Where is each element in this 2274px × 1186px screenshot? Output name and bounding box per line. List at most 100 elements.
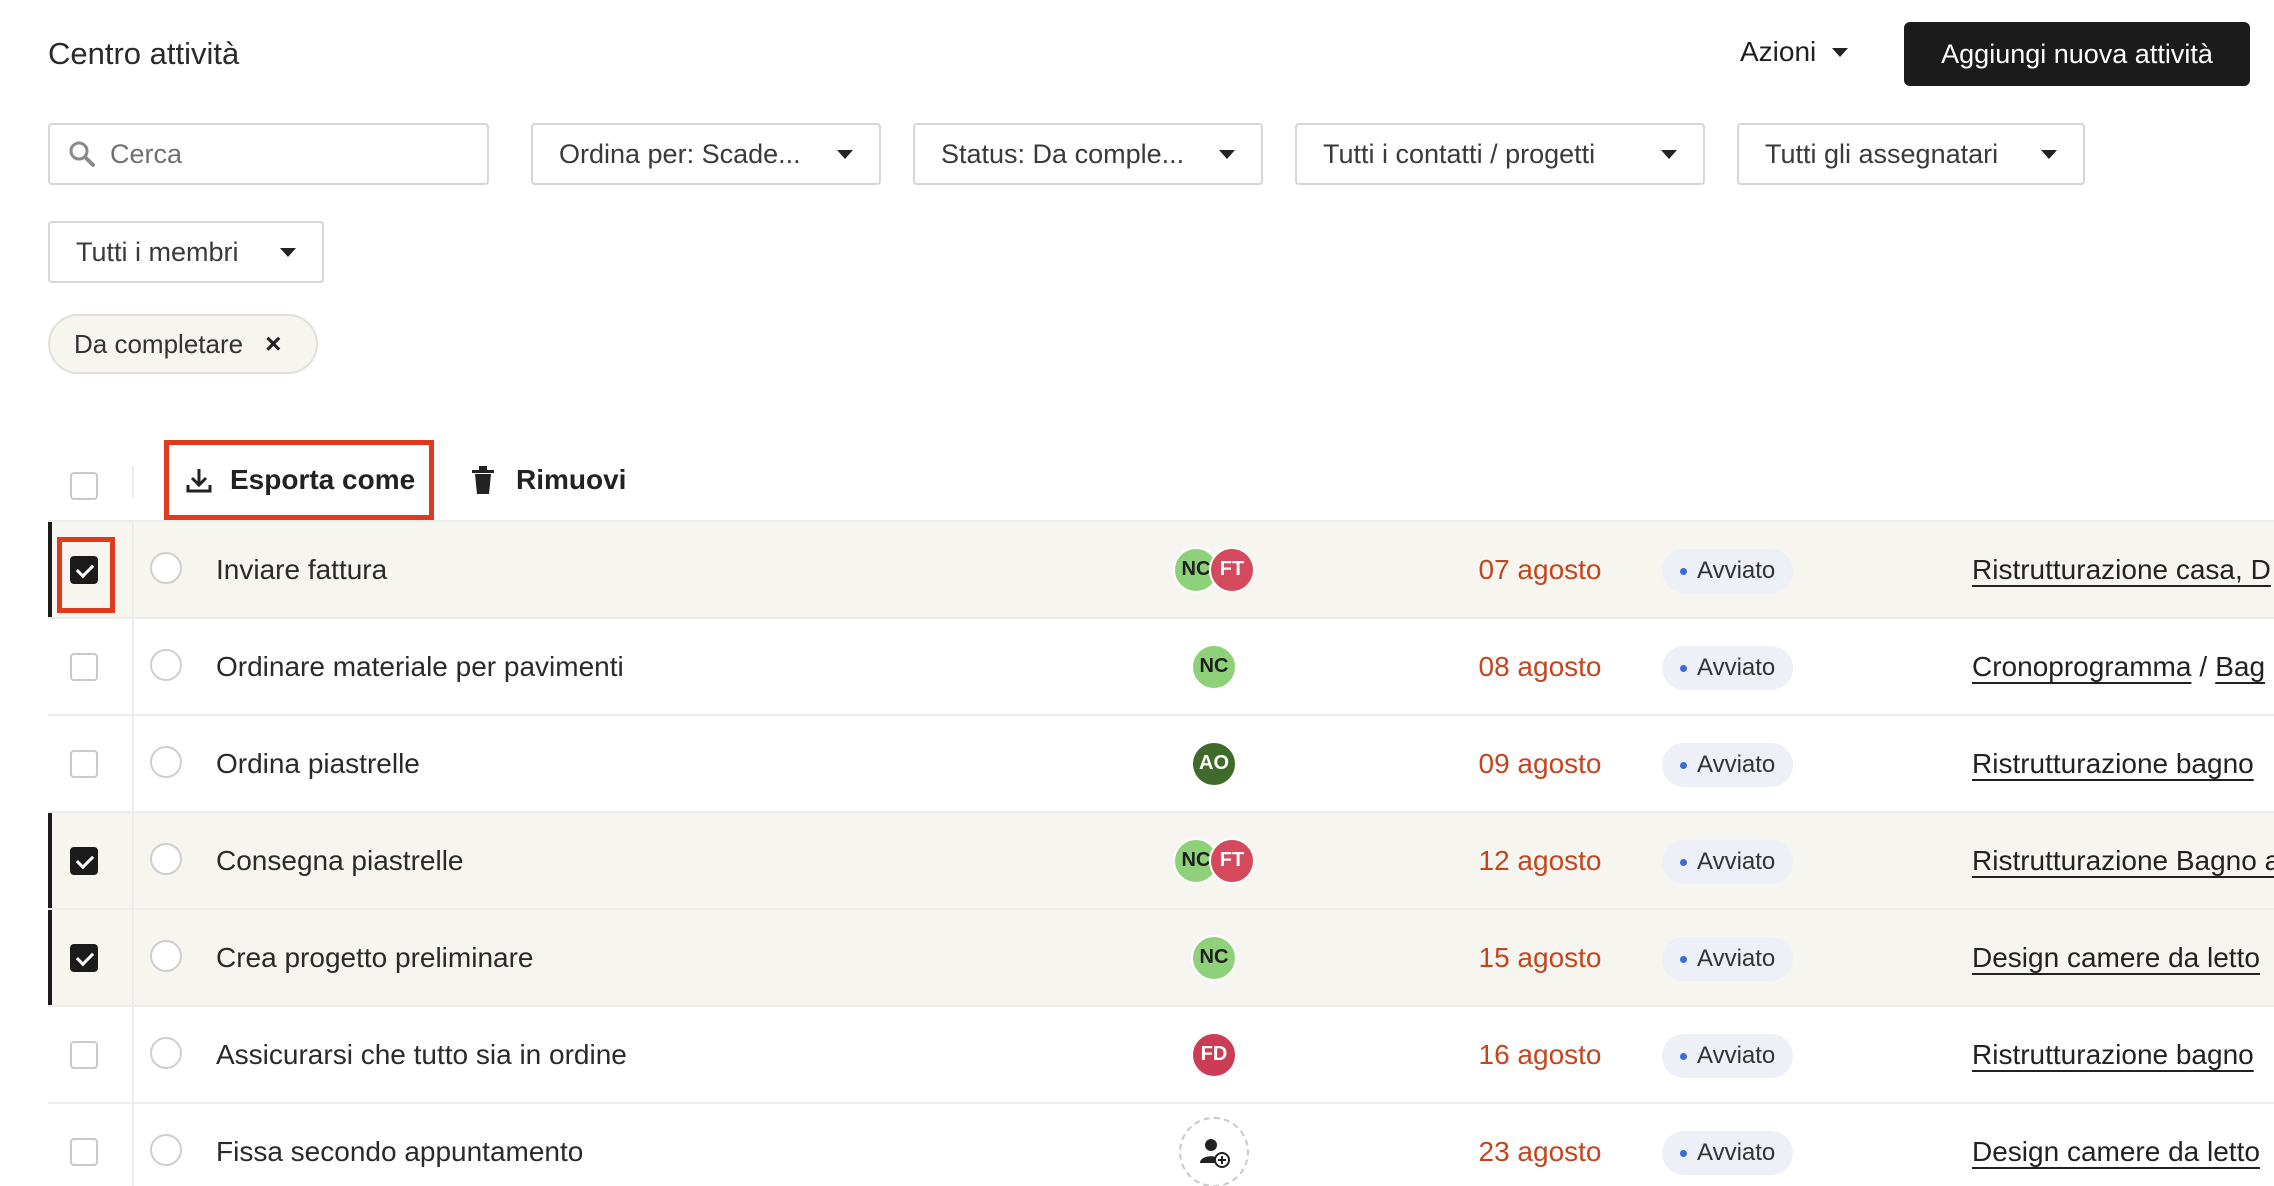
search-placeholder: Cerca xyxy=(110,138,183,169)
due-date: 08 agosto xyxy=(1478,650,1602,682)
task-title[interactable]: Crea progetto preliminare xyxy=(216,910,534,1005)
export-label: Esporta come xyxy=(230,464,416,495)
remove-label: Rimuovi xyxy=(516,464,627,495)
task-row[interactable]: Consegna piastrelle NC FT 12 agosto Avviato R… xyxy=(48,811,2274,908)
task-row[interactable]: Inviare fattura NC FT 07 agosto Avviato Ristr… xyxy=(48,520,2274,617)
caret-down-icon xyxy=(1661,149,1677,159)
status-badge: Avviato xyxy=(1662,840,1794,884)
checkbox-highlight xyxy=(57,537,115,613)
contacts-filter-label: Tutti i contatti / progetti xyxy=(1323,138,1596,169)
status-dot-icon xyxy=(1680,1052,1687,1060)
bulk-actions-toolbar: Esporta come Rimuovi xyxy=(48,440,2274,520)
divider xyxy=(132,716,134,811)
select-all-checkbox[interactable] xyxy=(70,472,98,500)
project-link[interactable]: Design camere da letto xyxy=(1972,1136,2260,1168)
project-link[interactable]: Ristrutturazione bagno xyxy=(1972,1039,2254,1071)
task-title[interactable]: Consegna piastrelle xyxy=(216,813,464,908)
status-dot-icon xyxy=(1680,567,1687,575)
task-row[interactable]: Ordina piastrelle AO 09 agosto Avviato Ristr… xyxy=(48,714,2274,811)
project-link[interactable]: Cronoprogramma xyxy=(1972,651,2191,683)
add-assignee-button[interactable] xyxy=(1179,1116,1249,1186)
complete-toggle[interactable] xyxy=(150,940,182,972)
task-title[interactable]: Ordinare materiale per pavimenti xyxy=(216,619,624,714)
avatar[interactable]: FT xyxy=(1209,546,1255,593)
due-date: 07 agosto xyxy=(1478,553,1602,585)
task-title[interactable]: Fissa secondo appuntamento xyxy=(216,1104,583,1186)
add-task-button[interactable]: Aggiungi nuova attività xyxy=(1904,22,2250,86)
divider xyxy=(132,1007,134,1102)
status-label: Avviato xyxy=(1697,557,1776,584)
complete-toggle[interactable] xyxy=(150,746,182,778)
chip-label: Da completare xyxy=(74,328,244,359)
status-label: Avviato xyxy=(1697,654,1776,681)
task-title[interactable]: Ordina piastrelle xyxy=(216,716,420,811)
divider xyxy=(132,466,134,498)
status-dot-icon xyxy=(1680,955,1687,963)
status-badge: Avviato xyxy=(1662,549,1794,593)
assignees xyxy=(1154,1104,1274,1186)
row-checkbox[interactable] xyxy=(70,750,98,778)
status-filter-label: Status: Da comple... xyxy=(941,138,1185,169)
due-date: 12 agosto xyxy=(1478,844,1602,876)
sort-dropdown[interactable]: Ordina per: Scade... xyxy=(531,123,881,185)
remove-button[interactable]: Rimuovi xyxy=(470,440,626,520)
task-row[interactable]: Fissa secondo appuntamento 23 agosto Avvia… xyxy=(48,1102,2274,1186)
actions-dropdown[interactable]: Azioni xyxy=(1740,36,1849,68)
close-icon[interactable]: × xyxy=(265,328,281,360)
path-separator: / xyxy=(2199,650,2208,682)
status-badge: Avviato xyxy=(1662,1131,1794,1175)
caret-down-icon xyxy=(280,247,296,257)
search-icon xyxy=(69,141,95,167)
search-input[interactable]: Cerca xyxy=(48,123,489,185)
status-badge: Avviato xyxy=(1662,743,1794,787)
project-link[interactable]: Ristrutturazione casa, D xyxy=(1972,554,2271,586)
members-dropdown[interactable]: Tutti i membri xyxy=(48,221,324,283)
project-link[interactable]: Bag xyxy=(2215,651,2265,683)
row-checkbox[interactable] xyxy=(70,847,98,875)
complete-toggle[interactable] xyxy=(150,843,182,875)
caret-down-icon xyxy=(1219,149,1235,159)
status-badge: Avviato xyxy=(1662,937,1794,981)
avatar[interactable]: NC xyxy=(1191,934,1237,981)
avatar[interactable]: FD xyxy=(1191,1031,1237,1078)
add-user-icon xyxy=(1200,1138,1230,1168)
selection-indicator xyxy=(48,522,52,617)
status-label: Avviato xyxy=(1697,751,1776,778)
project-links: Design camere da letto xyxy=(1972,1104,2274,1186)
status-dropdown[interactable]: Status: Da comple... xyxy=(913,123,1263,185)
avatar[interactable]: FT xyxy=(1209,837,1255,884)
due-date: 09 agosto xyxy=(1478,747,1602,779)
download-icon xyxy=(186,469,212,493)
project-link[interactable]: Ristrutturazione bagno xyxy=(1972,748,2254,780)
status-dot-icon xyxy=(1680,858,1687,866)
status-badge: Avviato xyxy=(1662,646,1794,690)
complete-toggle[interactable] xyxy=(150,1134,182,1166)
row-checkbox[interactable] xyxy=(70,653,98,681)
complete-toggle[interactable] xyxy=(150,1037,182,1069)
avatar[interactable]: NC xyxy=(1191,643,1237,690)
task-row[interactable]: Assicurarsi che tutto sia in ordine FD 16 … xyxy=(48,1005,2274,1102)
assignees: NC FT xyxy=(1154,813,1274,908)
contacts-projects-dropdown[interactable]: Tutti i contatti / progetti xyxy=(1295,123,1705,185)
task-row[interactable]: Crea progetto preliminare NC 15 agosto Avvi… xyxy=(48,908,2274,1005)
task-title[interactable]: Assicurarsi che tutto sia in ordine xyxy=(216,1007,627,1102)
project-link[interactable]: Ristrutturazione Bagno a xyxy=(1972,845,2274,877)
row-checkbox[interactable] xyxy=(70,944,98,972)
complete-toggle[interactable] xyxy=(150,649,182,681)
task-title[interactable]: Inviare fattura xyxy=(216,522,387,617)
project-link[interactable]: Design camere da letto xyxy=(1972,942,2260,974)
divider xyxy=(132,522,134,617)
project-links: Cronoprogramma / Bag xyxy=(1972,619,2274,714)
assignees: NC xyxy=(1154,910,1274,1005)
avatar[interactable]: AO xyxy=(1191,740,1237,787)
divider xyxy=(132,619,134,714)
task-row[interactable]: Ordinare materiale per pavimenti NC 08 ago… xyxy=(48,617,2274,714)
due-date: 16 agosto xyxy=(1478,1038,1602,1070)
row-checkbox[interactable] xyxy=(70,1041,98,1069)
export-button[interactable]: Esporta come xyxy=(184,440,415,520)
complete-toggle[interactable] xyxy=(150,552,182,584)
assignees-dropdown[interactable]: Tutti gli assegnatari xyxy=(1737,123,2085,185)
row-checkbox[interactable] xyxy=(70,1138,98,1166)
caret-down-icon xyxy=(837,149,853,159)
selection-indicator xyxy=(48,910,52,1005)
